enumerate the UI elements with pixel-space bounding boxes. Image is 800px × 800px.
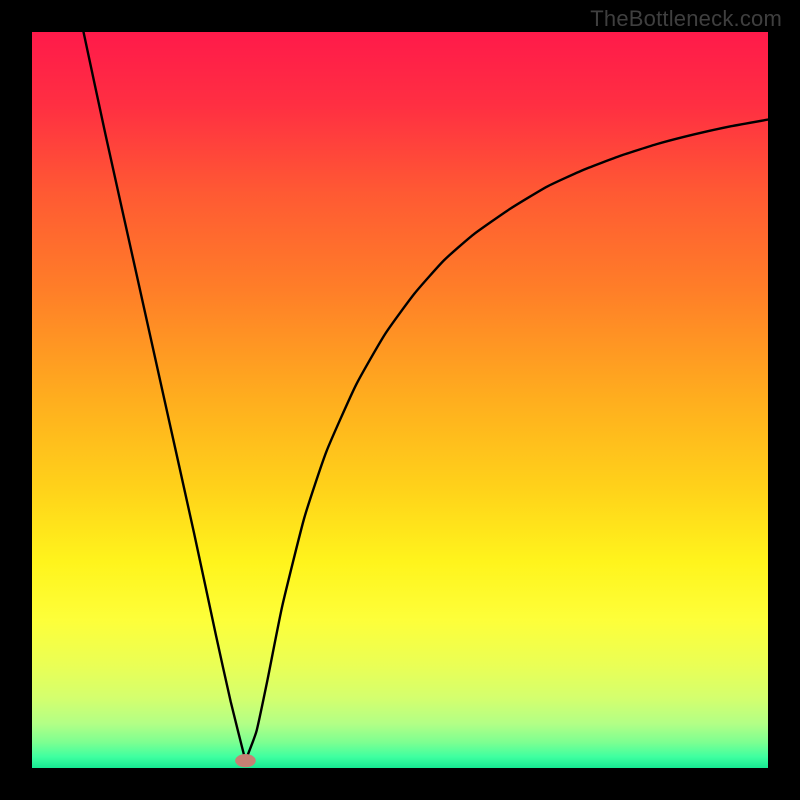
chart-svg: [32, 32, 768, 768]
gradient-background: [32, 32, 768, 768]
chart-frame: TheBottleneck.com: [0, 0, 800, 800]
plot-area: [32, 32, 768, 768]
minimum-marker: [235, 754, 256, 767]
watermark-text: TheBottleneck.com: [590, 6, 782, 32]
